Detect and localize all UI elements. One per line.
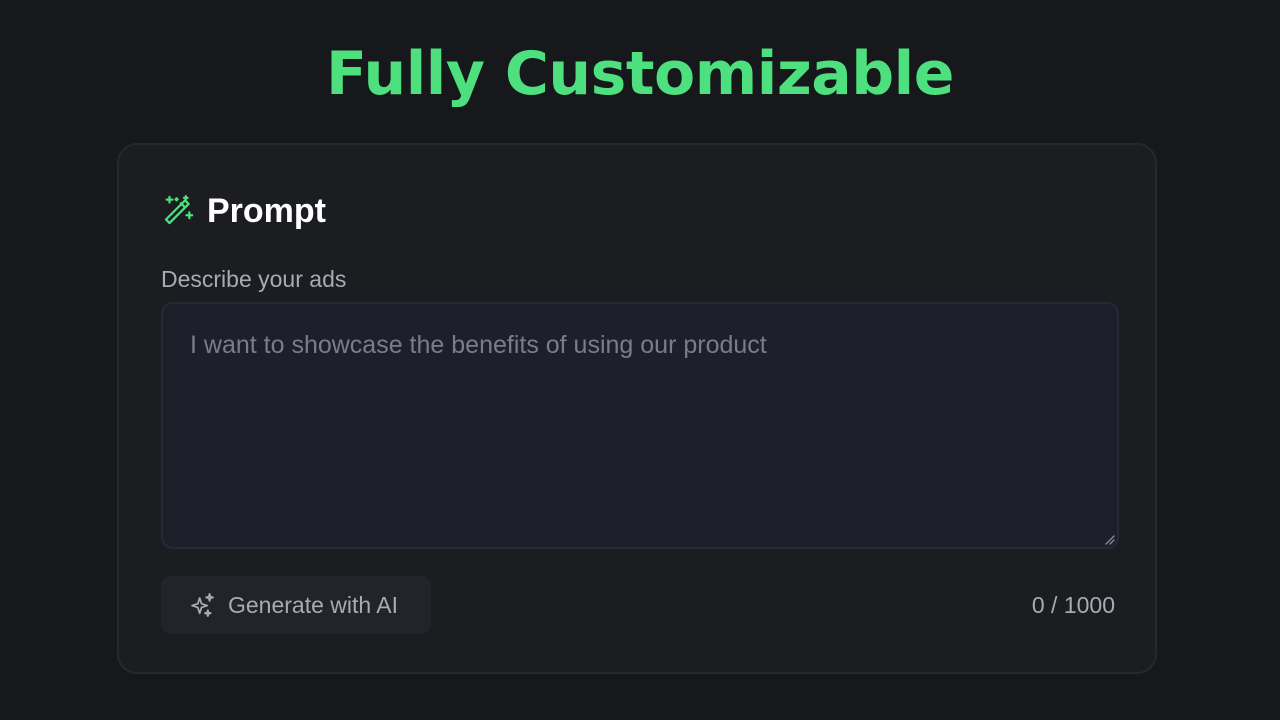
prompt-textarea-container xyxy=(161,302,1119,549)
generate-with-ai-button[interactable]: Generate with AI xyxy=(161,576,431,634)
character-counter: 0 / 1000 xyxy=(1031,592,1115,618)
magic-wand-icon xyxy=(164,194,194,225)
prompt-textarea[interactable] xyxy=(163,304,1117,547)
prompt-card: Prompt Describe your ads Generate with A… xyxy=(117,143,1157,674)
sparkles-icon xyxy=(191,593,214,617)
field-label: Describe your ads xyxy=(161,266,347,292)
generate-button-label: Generate with AI xyxy=(228,592,399,618)
page-title: Fully Customizable xyxy=(326,39,954,109)
resize-handle-icon[interactable] xyxy=(1103,533,1115,545)
card-title: Prompt xyxy=(207,192,326,230)
card-header: Prompt xyxy=(161,191,326,231)
